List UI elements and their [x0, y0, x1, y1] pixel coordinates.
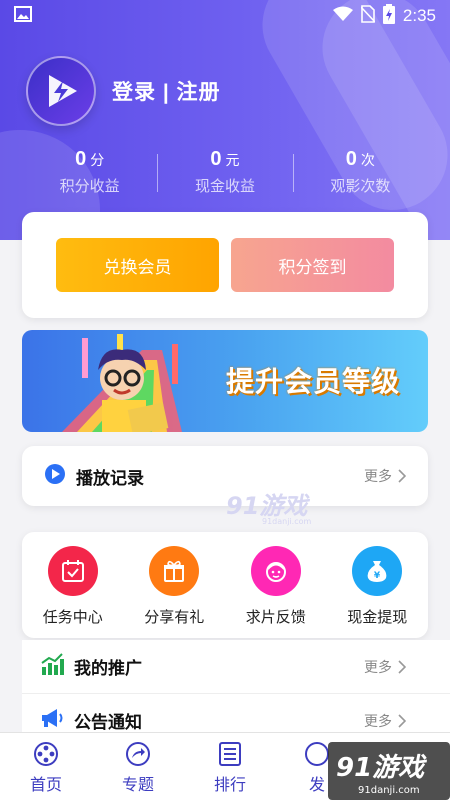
more-label: 更多: [364, 468, 392, 484]
film-reel-icon: [34, 742, 58, 766]
stat-label: 观影次数: [330, 178, 391, 195]
row-title: 我的推广: [74, 659, 142, 678]
more-link[interactable]: 更多: [364, 657, 406, 677]
profile-section: 登录 | 注册: [26, 56, 221, 126]
list-icon: [219, 742, 241, 766]
more-label: 更多: [364, 658, 392, 675]
more-label: 更多: [364, 712, 392, 729]
watermark-logo: 91游戏 91danji.com: [226, 492, 312, 526]
task-center-item[interactable]: 任务中心: [22, 546, 124, 638]
tab-label: 首页: [29, 777, 62, 794]
megaphone-icon: [40, 707, 64, 734]
login-register-link[interactable]: 登录 | 注册: [112, 76, 221, 106]
play-circle-icon: [44, 463, 66, 490]
stat-unit: 次: [360, 152, 375, 168]
stat-views: 0次 观影次数: [292, 148, 428, 196]
membership-banner[interactable]: 提升会员等级: [22, 330, 428, 432]
tab-ranking[interactable]: 排行: [184, 733, 276, 800]
status-bar: 2:35: [0, 0, 450, 32]
watermark-site: 91danji.com: [262, 517, 312, 526]
stat-value: 0: [75, 148, 87, 170]
banner-text: 提升会员等级: [225, 366, 400, 397]
watermark-brand: 91游戏: [226, 492, 310, 520]
points-checkin-button[interactable]: 积分签到: [231, 238, 394, 292]
tab-label: 排行: [213, 777, 246, 794]
stat-unit: 元: [225, 152, 240, 168]
grid-label: 现金提现: [347, 609, 408, 626]
stats-row: 0分 积分收益 0元 现金收益 0次 观影次数: [22, 148, 428, 196]
discover-icon: [305, 742, 329, 766]
grid-label: 分享有礼: [144, 609, 205, 626]
no-sim-icon: [360, 4, 376, 28]
tab-topics[interactable]: 专题: [92, 733, 184, 800]
row-title: 公告通知: [74, 713, 142, 732]
stat-cash: 0元 现金收益: [157, 148, 292, 196]
actions-card: 兑换会员 积分签到: [22, 212, 428, 318]
tab-label: 专题: [121, 777, 154, 794]
movie-request-item[interactable]: 求片反馈: [225, 546, 327, 638]
money-bag-icon: ¥: [352, 546, 403, 596]
grid-label: 任务中心: [42, 609, 103, 626]
feature-grid: 任务中心 分享有礼 求片反馈 ¥ 现金提现: [22, 532, 428, 638]
banner-illustration: [62, 334, 182, 432]
wifi-icon: [332, 6, 353, 27]
share-icon: [126, 742, 150, 766]
clock: 2:35: [402, 6, 436, 25]
chart-icon: [40, 653, 64, 680]
watermark-brand: 91游戏: [336, 753, 427, 783]
face-icon: [250, 546, 301, 596]
exchange-membership-button[interactable]: 兑换会员: [56, 238, 219, 292]
stat-label: 现金收益: [194, 178, 255, 195]
play-history-title: 播放记录: [76, 468, 144, 488]
watermark-site: 91danji.com: [358, 785, 420, 796]
grid-label: 求片反馈: [245, 609, 306, 626]
play-bolt-icon: [49, 75, 77, 107]
tab-label: 发: [308, 777, 325, 794]
stat-value: 0: [210, 148, 222, 170]
gift-icon: [149, 546, 200, 596]
my-promotion-row[interactable]: 我的推广 更多: [22, 640, 450, 694]
chevron-right-icon: [398, 469, 406, 483]
stat-value: 0: [345, 148, 357, 170]
svg-text:¥: ¥: [374, 571, 381, 581]
watermark-badge: 91游戏 91danji.com: [328, 742, 450, 800]
chevron-right-icon: [398, 659, 406, 674]
calendar-check-icon: [47, 546, 98, 596]
cash-withdraw-item[interactable]: ¥ 现金提现: [327, 546, 429, 638]
stat-points: 0分 积分收益: [22, 148, 157, 196]
tab-home[interactable]: 首页: [0, 733, 92, 800]
image-notification-icon: [14, 5, 32, 27]
stat-unit: 分: [90, 152, 105, 168]
app-logo: [26, 56, 96, 126]
play-history-more-link[interactable]: 更多: [364, 466, 406, 486]
battery-icon: [382, 3, 395, 29]
stat-label: 积分收益: [59, 178, 120, 195]
chevron-right-icon: [398, 713, 406, 728]
more-link[interactable]: 更多: [364, 711, 406, 731]
share-gift-item[interactable]: 分享有礼: [124, 546, 226, 638]
